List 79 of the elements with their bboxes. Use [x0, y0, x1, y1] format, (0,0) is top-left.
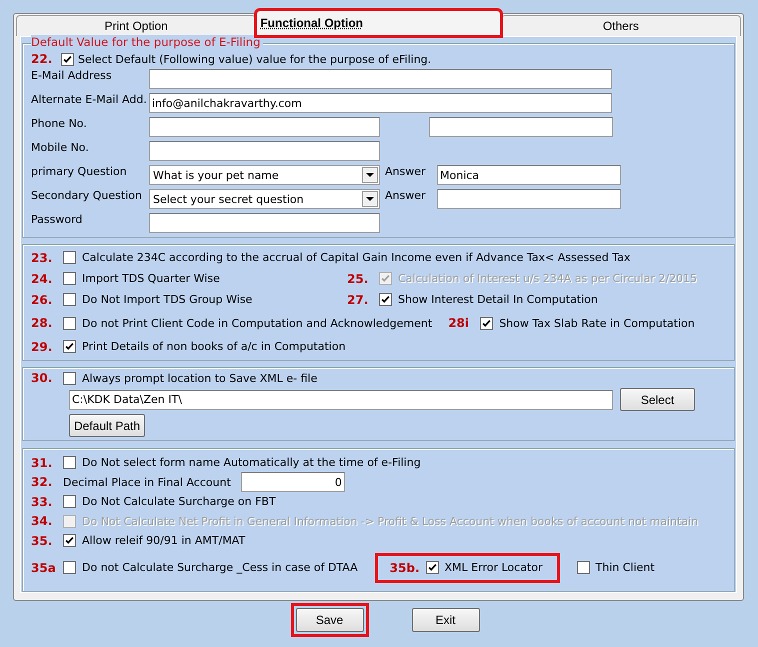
- input-field[interactable]: [149, 117, 380, 137]
- select-button[interactable]: Select: [620, 388, 695, 411]
- option-label: Do Not Calculate Surcharge on FBT: [82, 495, 276, 508]
- checkbox[interactable]: [576, 561, 590, 574]
- field-label: Answer: [384, 188, 427, 202]
- field-label: Alternate E-Mail Add.: [31, 92, 148, 106]
- checkbox[interactable]: [63, 456, 76, 470]
- dialog-button[interactable]: Save: [296, 608, 364, 632]
- checkbox[interactable]: [63, 316, 76, 330]
- checkbox[interactable]: [61, 52, 74, 66]
- field-label: Secondary Question: [31, 188, 143, 202]
- checkbox[interactable]: [63, 340, 76, 353]
- option-label: Do Not select form name Automatically at the time of e-Filing: [82, 456, 421, 470]
- option-number: 30.: [31, 371, 54, 385]
- option-label: Calculation of Interest u/s 234A as per Circular 2/2015: [398, 272, 698, 285]
- dropdown[interactable]: What is your pet name: [149, 165, 380, 185]
- option-number: 27.: [347, 292, 370, 306]
- tab[interactable]: Others: [500, 15, 741, 36]
- option-number: 22.: [31, 52, 54, 66]
- option-number: 29.: [31, 340, 54, 354]
- checkbox[interactable]: [63, 561, 76, 574]
- field-label: Password: [31, 212, 84, 226]
- input-field[interactable]: Monica: [437, 165, 621, 185]
- option-label: Calculate 234C according to the accrual of Capital Gain Income even if Advance Tax< Assessed Tax: [82, 251, 630, 264]
- input-field[interactable]: [149, 141, 380, 161]
- option-number: 34.: [31, 514, 54, 528]
- checkbox[interactable]: [63, 251, 76, 264]
- input-field[interactable]: [437, 189, 621, 209]
- default-path-button[interactable]: Default Path: [69, 414, 145, 437]
- dialog-button[interactable]: Exit: [412, 608, 480, 632]
- option-label: XML Error Locator: [444, 561, 542, 574]
- field-label: E-Mail Address: [31, 68, 113, 82]
- group-title: Default Value for the purpose of E-Filing: [31, 35, 264, 49]
- option-number: 25.: [347, 272, 370, 286]
- input-field[interactable]: info@anilchakravarthy.com: [149, 93, 612, 113]
- field-label: Mobile No.: [31, 140, 90, 154]
- field-label: Answer: [384, 164, 427, 178]
- checkbox[interactable]: [63, 372, 76, 384]
- option-label: Show Tax Slab Rate in Computation: [499, 316, 695, 330]
- option-number: 35b.: [390, 560, 420, 574]
- tab[interactable]: Functional Option: [256, 10, 501, 36]
- option-label: Do Not Import TDS Group Wise: [82, 293, 252, 306]
- field-label: primary Question: [31, 164, 128, 178]
- option-number: 23.: [31, 250, 54, 264]
- checkbox[interactable]: [63, 534, 76, 548]
- option-label: Allow releif 90/91 in AMT/MAT: [82, 534, 246, 548]
- checkbox[interactable]: [426, 561, 439, 574]
- option-label: Do not Print Client Code in Computation and Acknowledgement: [82, 316, 432, 330]
- dropdown[interactable]: Select your secret question: [149, 189, 380, 209]
- option-label: Show Interest Detail In Computation: [398, 293, 598, 306]
- checkbox[interactable]: [63, 495, 76, 508]
- checkbox[interactable]: [63, 293, 76, 306]
- option-number: 26.: [31, 292, 54, 306]
- input-field[interactable]: [429, 117, 613, 137]
- option-label: Import TDS Quarter Wise: [82, 272, 220, 285]
- option-number: 33.: [31, 494, 54, 509]
- option-number: 24.: [31, 272, 54, 286]
- option-number: 32.: [31, 475, 54, 490]
- field-label: Phone No.: [31, 116, 88, 130]
- path-field[interactable]: C:\KDK Data\Zen IT\: [69, 390, 613, 410]
- option-number: 31.: [31, 456, 54, 470]
- tab[interactable]: Print Option: [16, 15, 256, 36]
- option-number: 28.: [31, 316, 54, 330]
- option-label: Do Not Calculate Net Profit in General Information -> Profit & Loss Account when books of account not maintain: [82, 514, 698, 528]
- field-label: Decimal Place in Final Account: [63, 476, 231, 489]
- checkbox[interactable]: [480, 316, 494, 330]
- input-field[interactable]: [149, 69, 612, 89]
- option-label: Print Details of non books of a/c in Computation: [82, 340, 346, 353]
- option-number: 35.: [31, 534, 54, 548]
- option-label: Do not Calculate Surcharge _Cess in case of DTAA: [82, 561, 358, 574]
- option-label: Always prompt location to Save XML e- file: [82, 372, 318, 384]
- checkbox[interactable]: [379, 293, 392, 306]
- input-field[interactable]: [149, 213, 380, 233]
- checkbox[interactable]: [63, 272, 76, 285]
- option-label: Select Default (Following value) value for the purpose of eFiling.: [78, 52, 432, 66]
- number-field[interactable]: 0: [240, 472, 345, 492]
- option-number: 35a: [31, 560, 57, 574]
- option-number: 28i: [448, 316, 470, 330]
- option-label: Thin Client: [596, 561, 655, 574]
